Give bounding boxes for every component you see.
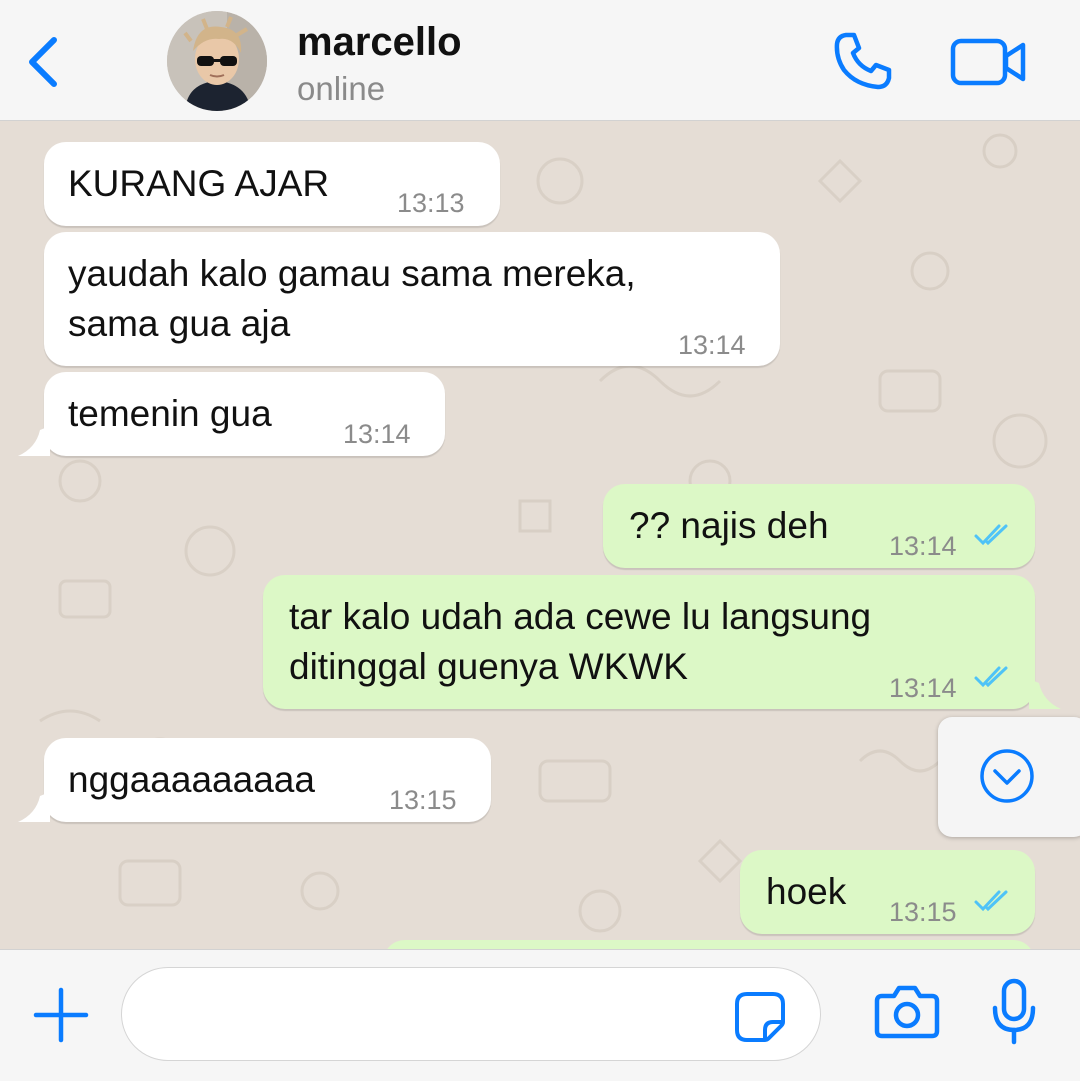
message-bubble-incoming[interactable]: KURANG AJAR 13:13 [44,142,500,226]
read-receipt-icon [974,890,1008,912]
message-time: 13:15 [889,897,957,927]
message-time: 13:15 [389,785,457,815]
read-receipt-icon [974,524,1008,546]
back-button[interactable] [22,34,66,90]
avatar[interactable] [167,11,267,111]
message-text-line: ditinggal guenya WKWK [289,646,688,687]
camera-icon [874,985,940,1039]
message-text: KURANG AJAR [68,163,330,204]
message-text-line: tar kalo udah ada cewe lu langsung [289,596,872,637]
message-bubble-outgoing-partial[interactable] [383,940,1035,949]
message-bubble-incoming[interactable]: nggaaaaaaaaa 13:15 [18,738,491,822]
microphone-icon [992,978,1036,1045]
message-text-line: sama gua aja [68,303,291,344]
message-bubble-outgoing[interactable]: hoek 13:15 [740,850,1035,934]
contact-name[interactable]: marcello [297,20,462,65]
video-call-button[interactable] [950,36,1028,88]
message-bubble-outgoing[interactable]: ?? najis deh 13:14 [603,484,1035,568]
message-bubble-incoming[interactable]: temenin gua 13:14 [18,372,445,456]
bubble-tail [18,792,50,822]
bubble-tail [18,426,50,456]
message-input[interactable] [121,967,821,1061]
message-list[interactable]: KURANG AJAR 13:13 yaudah kalo gamau sama… [0,121,1080,949]
message-text: temenin gua [68,393,272,434]
chevron-left-icon [29,37,57,87]
message-text: ?? najis deh [629,505,829,546]
message-time: 13:14 [889,531,957,561]
message-time: 13:14 [678,330,746,360]
voice-call-button[interactable] [832,30,894,92]
microphone-button[interactable] [990,978,1038,1046]
message-time: 13:14 [343,419,411,449]
avatar-photo [167,11,267,111]
message-text: hoek [766,871,847,912]
camera-button[interactable] [874,984,940,1040]
phone-icon [834,32,892,90]
contact-status: online [297,70,386,107]
message-text: nggaaaaaaaaa [68,759,315,800]
message-time: 13:14 [889,673,957,703]
message-time: 13:13 [397,188,465,218]
message-bubble-incoming[interactable]: yaudah kalo gamau sama mereka, sama gua … [44,232,780,366]
plus-icon [33,987,89,1043]
sticker-icon [735,992,785,1042]
bubble-tail [1029,679,1061,709]
chevron-down-circle-icon [980,749,1034,803]
attach-button[interactable] [32,986,90,1044]
chat-header: marcello online [0,0,1080,121]
video-camera-icon [950,38,1026,86]
sticker-button[interactable] [733,990,787,1044]
message-text-line: yaudah kalo gamau sama mereka, [68,253,636,294]
scroll-to-bottom-button[interactable] [938,717,1080,837]
message-bubble-outgoing[interactable]: tar kalo udah ada cewe lu langsung ditin… [263,575,1061,709]
read-receipt-icon [974,666,1008,688]
